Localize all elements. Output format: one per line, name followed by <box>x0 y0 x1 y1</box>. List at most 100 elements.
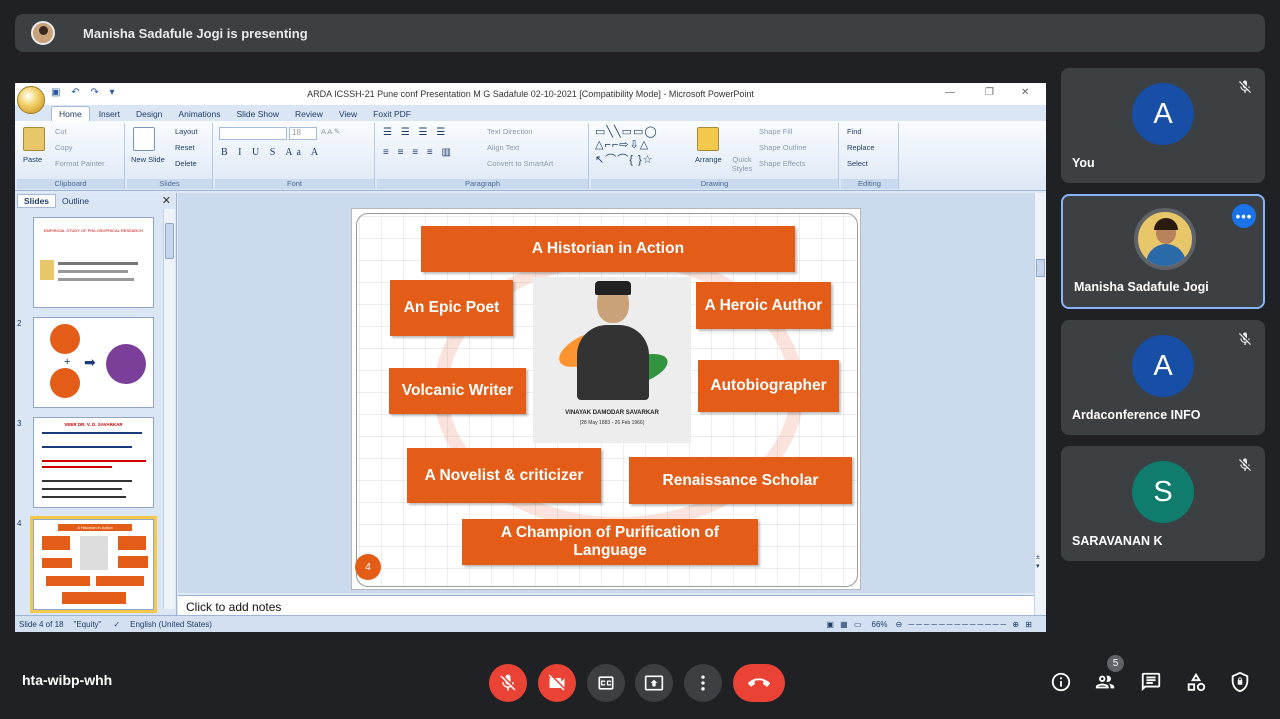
box-novelist: A Novelist & criticizer <box>407 448 601 503</box>
quick-styles-button: Quick Styles <box>731 155 753 173</box>
status-bar: Slide 4 of 18 "Equity" ✓ English (United… <box>15 615 1046 632</box>
shield-lock-icon <box>1231 671 1249 693</box>
participant-name: Manisha Sadafule Jogi <box>1074 280 1209 294</box>
copy-button: Copy <box>55 143 73 152</box>
shape-fill-button: Shape Fill <box>759 127 793 136</box>
close-icon: ✕ <box>1021 87 1030 98</box>
more-vert-icon <box>701 675 705 691</box>
paste-icon <box>23 127 45 151</box>
participant-tile-you[interactable]: A You <box>1061 68 1265 183</box>
thumb-3-title: VEER DR. V. D. SAVARKAR <box>64 422 123 427</box>
convert-smartart-button: Convert to SmartArt <box>487 159 554 168</box>
presenter-avatar <box>31 21 55 45</box>
more-options-button[interactable] <box>684 664 722 702</box>
editing-label: Editing <box>841 179 898 189</box>
cut-button: Cut <box>55 127 67 136</box>
tab-slide-show: Slide Show <box>236 109 280 119</box>
text-direction-button: Text Direction <box>487 127 533 136</box>
tab-foxit-pdf: Foxit PDF <box>373 109 411 119</box>
group-drawing: ▭╲╲▭▭◯ △⌐⌐⇨⇩△ ↖⌒⌒{ }☆ Arrange Quick Styles… <box>591 123 839 189</box>
box-champion: A Champion of Purification of Language <box>462 519 758 565</box>
leave-call-button[interactable] <box>733 664 785 702</box>
slides-label: Slides <box>127 179 212 189</box>
hang-up-icon <box>748 678 770 687</box>
delete-button: Delete <box>175 159 197 168</box>
more-options-button[interactable]: ••• <box>1232 204 1256 228</box>
captions-button[interactable] <box>587 664 625 702</box>
present-icon <box>644 675 664 691</box>
thumb-2-number: 2 <box>17 319 22 328</box>
savarkar-portrait: VINAYAK DAMODAR SAVARKAR (28 May 1883 - … <box>533 277 691 443</box>
outline-tab: Outline <box>62 196 89 206</box>
minimize-icon: — <box>945 87 955 98</box>
info-icon <box>1051 672 1071 692</box>
chat-button[interactable] <box>1139 670 1163 694</box>
group-font: 18 A A ✎ B I U S Aa A Font <box>215 123 375 189</box>
shared-screen: ARDA ICSSH-21 Pune conf Presentation M G… <box>15 83 1046 632</box>
slide-vertical-scrollbar[interactable]: ± ▾ <box>1034 193 1046 615</box>
box-autobiographer: Autobiographer <box>698 360 839 412</box>
mic-off-icon <box>1239 458 1251 471</box>
host-controls-button[interactable] <box>1228 670 1252 694</box>
scroll-arrows-icon: ± ▾ <box>1036 554 1040 570</box>
microphone-button[interactable] <box>489 664 527 702</box>
slide-thumbnail-4: A Historian in Action <box>30 516 157 613</box>
captions-icon <box>598 676 614 690</box>
activities-button[interactable] <box>1184 670 1208 694</box>
portrait-dates: (28 May 1883 - 26 Feb 1966) <box>579 420 645 426</box>
slide-thumbnail-2: + ➡ <box>33 317 154 408</box>
notes-pane: Click to add notes <box>178 595 1034 615</box>
new-slide-button: New Slide <box>131 155 165 164</box>
participant-tile-ardaconference[interactable]: A Ardaconference INFO <box>1061 320 1265 435</box>
thumb-1-logo <box>40 260 54 280</box>
font-grow-icon: A A ✎ <box>321 127 341 136</box>
language: English (United States) <box>130 619 212 629</box>
participant-tile-saravanan[interactable]: S SARAVANAN K <box>1061 446 1265 561</box>
activities-icon <box>1187 672 1206 692</box>
participant-name: Ardaconference INFO <box>1072 408 1201 422</box>
zoom-slider: ⊖ ───────────── ⊕ ⊞ <box>895 619 1034 629</box>
presenter-photo-avatar <box>1134 208 1196 270</box>
ppt-title-bar: ARDA ICSSH-21 Pune conf Presentation M G… <box>15 83 1046 105</box>
font-size-box: 18 <box>289 127 317 140</box>
presenting-text: Manisha Sadafule Jogi is presenting <box>83 25 308 41</box>
people-button[interactable] <box>1093 670 1117 694</box>
restore-icon: ❐ <box>985 87 994 98</box>
tab-review: Review <box>295 109 323 119</box>
layout-button: Layout <box>175 127 198 136</box>
group-slides: New Slide Layout Reset Delete Slides <box>127 123 213 189</box>
font-name-box <box>219 127 287 140</box>
mic-off-icon <box>1239 80 1251 93</box>
box-renaissance: Renaissance Scholar <box>629 457 852 504</box>
zoom-level: 66% <box>871 619 888 629</box>
slides-tab: Slides <box>17 194 57 208</box>
tab-view: View <box>338 109 358 119</box>
spell-check-icon: ✓ <box>113 619 121 629</box>
meeting-details-button[interactable] <box>1049 670 1073 694</box>
arrange-button: Arrange <box>695 155 722 164</box>
font-label: Font <box>215 179 374 189</box>
avatar: A <box>1132 83 1194 145</box>
slide-number-badge: 4 <box>355 554 381 580</box>
paragraph-label: Paragraph <box>377 179 588 189</box>
present-screen-button[interactable] <box>635 664 673 702</box>
slides-panel-scrollbar[interactable] <box>163 209 175 609</box>
tab-design: Design <box>135 109 163 119</box>
ribbon: Paste Cut Copy Format Painter Clipboard … <box>15 121 1046 191</box>
select-button: Select <box>847 159 868 168</box>
drawing-label: Drawing <box>591 179 838 189</box>
paste-button: Paste <box>23 155 43 164</box>
participant-tile-presenter[interactable]: ••• Manisha Sadafule Jogi <box>1061 194 1265 309</box>
camera-button[interactable] <box>538 664 576 702</box>
chat-icon <box>1141 672 1161 692</box>
align-text-button: Align Text <box>487 143 520 152</box>
box-epic-poet: An Epic Poet <box>390 280 513 336</box>
group-clipboard: Paste Cut Copy Format Painter Clipboard <box>17 123 125 189</box>
mic-off-icon <box>500 674 516 691</box>
participant-name: SARAVANAN K <box>1072 534 1163 548</box>
format-painter-button: Format Painter <box>55 159 105 168</box>
arrange-icon <box>697 127 719 151</box>
thumb-1-title: EMPIRICAL STUDY OF PHILOSOPHICAL RESEARC… <box>43 228 144 233</box>
slide-thumbnail-3: VEER DR. V. D. SAVARKAR <box>33 417 154 508</box>
box-historian: A Historian in Action <box>421 226 795 272</box>
